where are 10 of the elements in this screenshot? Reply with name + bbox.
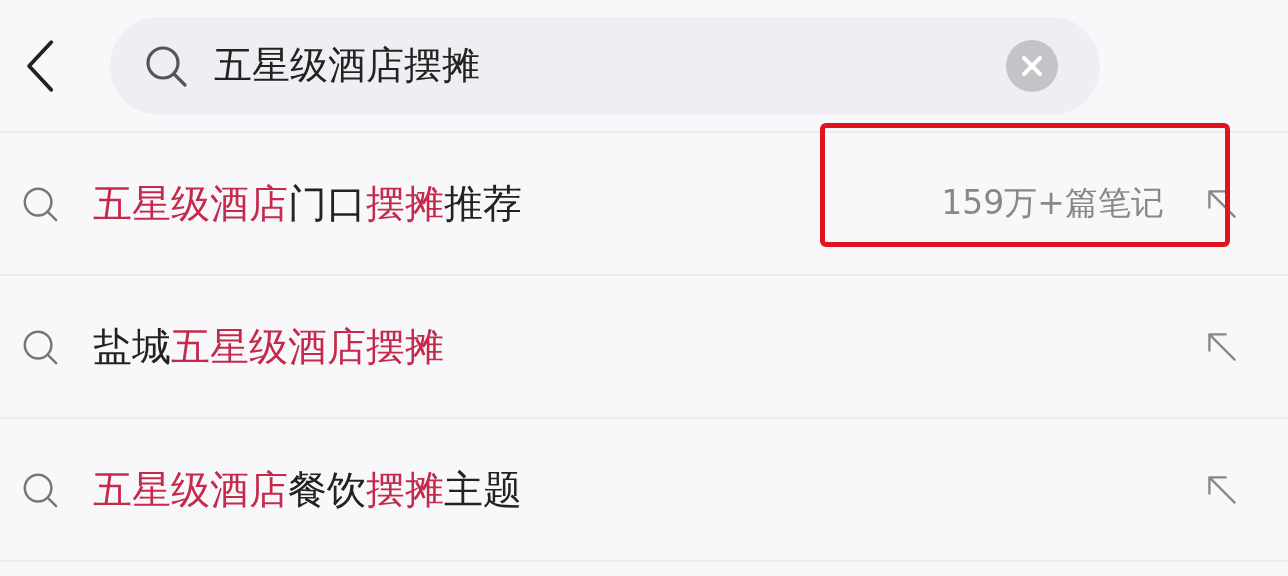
suggestion-row[interactable]: 五星级酒店餐饮摆摊主题	[0, 419, 1288, 562]
note-count: 159万+篇笔记	[941, 182, 1164, 224]
suggestion-text[interactable]: 五星级酒店餐饮摆摊主题	[93, 462, 522, 517]
search-icon	[144, 43, 188, 88]
suggestion-text[interactable]: 五星级酒店门口摆摊推荐	[93, 176, 522, 231]
search-field[interactable]: 五星级酒店摆摊	[214, 43, 1006, 88]
clear-icon[interactable]	[1006, 39, 1058, 92]
suggestion-row[interactable]: 盐城五星级酒店摆摊	[0, 276, 1288, 419]
search-field[interactable]: 五星级酒店摆摊	[110, 16, 1100, 115]
suggestion-text[interactable]: 盐城五星级酒店摆摊	[93, 319, 444, 374]
